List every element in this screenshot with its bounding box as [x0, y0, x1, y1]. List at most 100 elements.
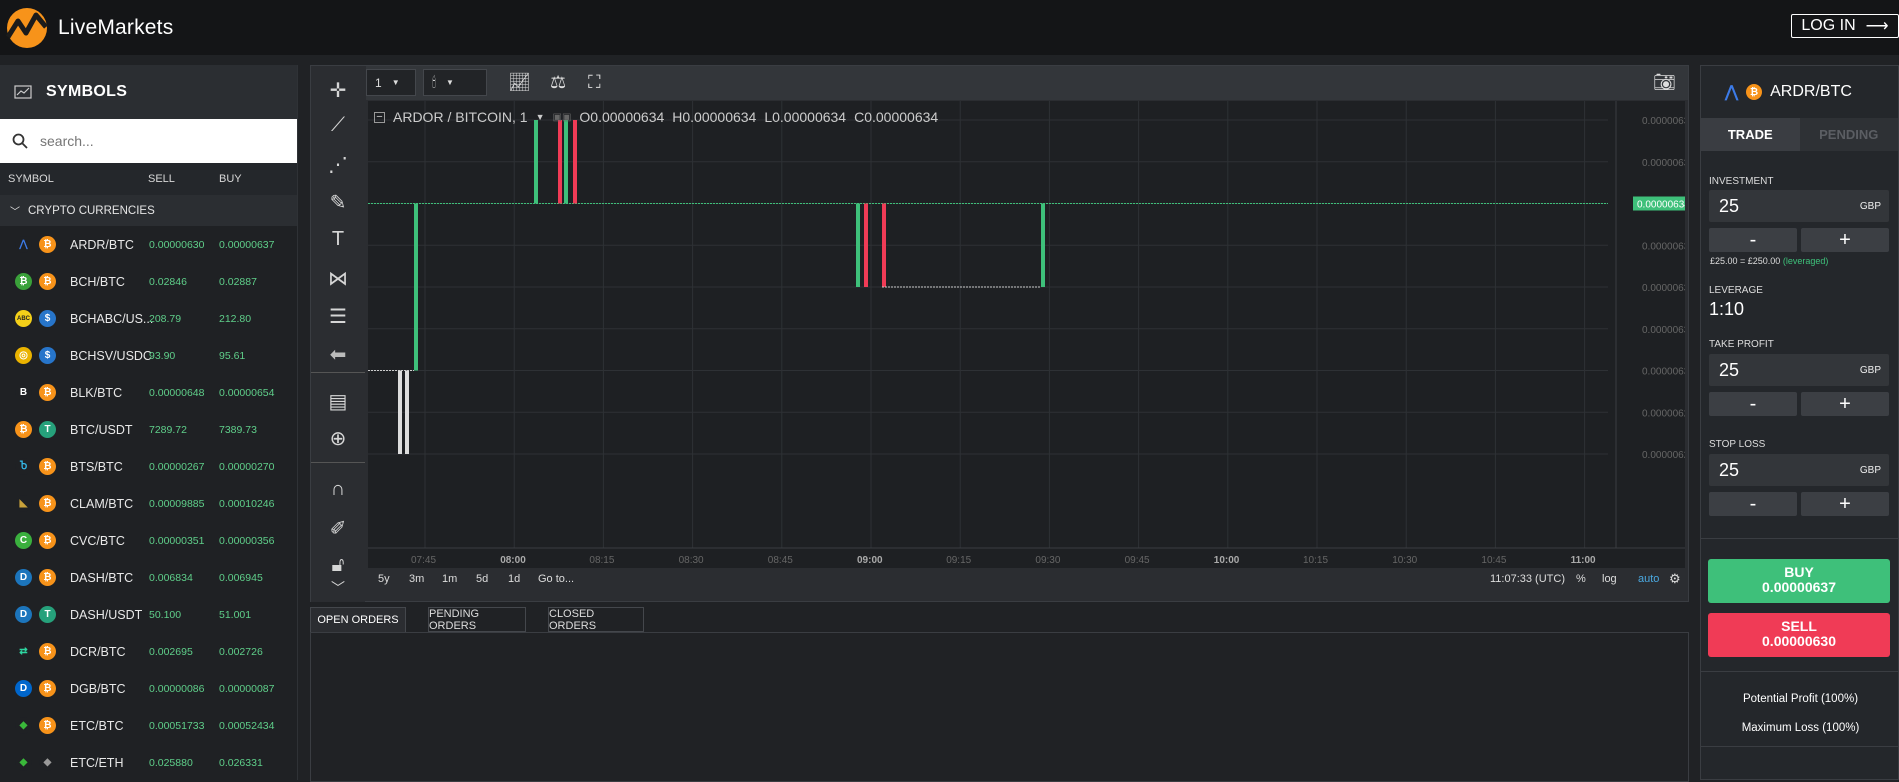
investment-field[interactable]: 25 GBP — [1709, 190, 1889, 222]
range-5d[interactable]: 5d — [476, 573, 488, 585]
indicators-icon[interactable]: 📈︎ — [508, 72, 531, 93]
tab-pending-orders[interactable]: PENDING ORDERS — [428, 607, 526, 632]
orders-table — [310, 632, 1689, 782]
camera-icon[interactable]: 📷︎ — [1653, 72, 1676, 93]
chart-canvas[interactable]: 0.00000636 0.00000635 0.00000634 0.00000633… — [368, 101, 1695, 568]
investment-minus-button[interactable]: - — [1709, 228, 1797, 252]
log-toggle[interactable]: log — [1602, 573, 1617, 585]
investment-value: 25 — [1719, 195, 1740, 216]
symbol-row[interactable]: D ₿ DASH/BTC 0.006834 0.006945 — [0, 559, 297, 596]
symbol-row[interactable]: ⇄ ₿ DCR/BTC 0.002695 0.002726 — [0, 633, 297, 670]
range-1d[interactable]: 1d — [508, 573, 520, 585]
investment-plus-button[interactable]: + — [1801, 228, 1889, 252]
arrow-left-icon[interactable]: ⬅ — [325, 342, 351, 368]
chart-type-select[interactable]: 🕯︎ ▼ — [423, 69, 487, 96]
goto-button[interactable]: Go to... — [538, 573, 574, 585]
brand-logo[interactable]: LiveMarkets — [4, 7, 173, 49]
symbol-row[interactable]: ⋀ ₿ ARDR/BTC 0.00000630 0.00000637 — [0, 226, 297, 263]
symbols-header: SYMBOLS — [0, 65, 297, 119]
compare-icon[interactable]: ⚖ — [550, 72, 566, 93]
symbol-row[interactable]: ◎ $ BCHSV/USDC 93.90 95.61 — [0, 337, 297, 374]
tab-open-orders[interactable]: OPEN ORDERS — [310, 607, 406, 632]
magnet-icon[interactable]: ∩ — [325, 478, 351, 504]
symbol-row[interactable]: B ₿ BLK/BTC 0.00000648 0.00000654 — [0, 374, 297, 411]
symbol-name: DGB/BTC — [70, 681, 126, 696]
symbol-row[interactable]: ◣ ₿ CLAM/BTC 0.00009885 0.00010246 — [0, 485, 297, 522]
symbol-row[interactable]: ₿ ₿ BCH/BTC 0.02846 0.02887 — [0, 263, 297, 300]
caret-down-icon[interactable]: ▼ — [536, 112, 545, 122]
price-label: 0.00000629 — [1642, 408, 1685, 419]
tab-closed-orders[interactable]: CLOSED ORDERS — [548, 607, 644, 632]
zoom-in-icon[interactable]: ⊕ — [325, 426, 351, 452]
bitcoin-icon: ₿ — [39, 717, 56, 734]
symbol-buy: 0.00000356 — [219, 534, 275, 547]
buy-button[interactable]: BUY 0.00000637 — [1708, 559, 1890, 603]
tab-trade[interactable]: TRADE — [1701, 118, 1800, 151]
settings-gear-icon[interactable]: ⚙ — [1669, 571, 1681, 587]
fullscreen-icon[interactable]: ⛶ — [588, 72, 601, 93]
take-profit-plus-button[interactable]: + — [1801, 392, 1889, 416]
symbol-row[interactable]: Ⴆ ₿ BTS/BTC 0.00000267 0.00000270 — [0, 448, 297, 485]
leverage-note-value: £25.00 = £250.00 — [1710, 256, 1781, 266]
symbol-buy: 95.61 — [219, 349, 246, 362]
text-tool-icon[interactable]: T — [325, 228, 351, 254]
category-crypto[interactable]: ﹀ CRYPTO CURRENCIES — [0, 195, 297, 226]
take-profit-label: TAKE PROFIT — [1709, 339, 1774, 350]
symbol-buy: 212.80 — [219, 312, 252, 325]
measure-icon[interactable]: ▤ — [325, 389, 351, 415]
legend-settings-icon[interactable]: ▣▣ — [553, 112, 572, 123]
interval-select[interactable]: 1 ▼ — [366, 69, 416, 96]
percent-toggle[interactable]: % — [1576, 573, 1586, 585]
search-input[interactable] — [40, 133, 280, 149]
ohlc-low: L0.00000634 — [764, 109, 847, 125]
search-box[interactable] — [0, 119, 297, 163]
price-chart[interactable]: 0.00000636 0.00000635 0.00000634 0.00000633… — [368, 101, 1695, 568]
range-1m[interactable]: 1m — [442, 573, 457, 585]
chart-title[interactable]: ARDOR / BITCOIN, 1 — [393, 109, 528, 125]
take-profit-field[interactable]: 25 GBP — [1709, 354, 1889, 386]
search-icon — [12, 133, 28, 149]
collapse-icon[interactable]: − — [374, 111, 385, 123]
column-sell[interactable]: SELL — [148, 173, 175, 185]
price-label: 0.00000632 — [1642, 283, 1685, 294]
symbol-sell: 0.025880 — [149, 756, 193, 769]
sell-button[interactable]: SELL 0.00000630 — [1708, 613, 1890, 657]
login-label: LOG IN — [1801, 17, 1856, 34]
range-5y[interactable]: 5y — [378, 573, 390, 585]
tab-pending[interactable]: PENDING — [1799, 118, 1898, 151]
symbol-row[interactable]: ABC $ BCHABC/US... 208.79 212.80 — [0, 300, 297, 337]
symbol-sell: 93.90 — [149, 349, 176, 362]
investment-label: INVESTMENT — [1709, 176, 1774, 187]
candle — [558, 120, 562, 204]
crosshair-icon[interactable]: ✛ — [325, 78, 351, 104]
symbol-row[interactable]: ◆ ₿ ETC/BTC 0.00051733 0.00052434 — [0, 707, 297, 744]
chevron-down-icon[interactable]: ﹀ — [325, 578, 351, 604]
bitcoin-icon: ₿ — [39, 273, 56, 290]
symbol-row[interactable]: ◆ ◆ ETC/ETH 0.025880 0.026331 — [0, 744, 297, 781]
range-3m[interactable]: 3m — [409, 573, 424, 585]
fib-icon[interactable]: ☰ — [325, 304, 351, 330]
symbol-row[interactable]: D ₿ DGB/BTC 0.00000086 0.00000087 — [0, 670, 297, 707]
symbol-row[interactable]: ₿ T BTC/USDT 7289.72 7389.73 — [0, 411, 297, 448]
pattern-icon[interactable]: ⋈ — [325, 266, 351, 292]
stop-loss-minus-button[interactable]: - — [1709, 492, 1797, 516]
column-symbol[interactable]: SYMBOL — [8, 173, 54, 185]
stop-loss-field[interactable]: 25 GBP — [1709, 454, 1889, 486]
trendline-icon[interactable]: ⟋ — [325, 114, 351, 140]
pitchfork-icon[interactable]: ⋰ — [325, 152, 351, 178]
column-buy[interactable]: BUY — [219, 173, 242, 185]
symbol-row[interactable]: D T DASH/USDT 50.100 51.001 — [0, 596, 297, 633]
login-button[interactable]: LOG IN ⟶ — [1791, 14, 1899, 38]
symbol-row[interactable]: C ₿ CVC/BTC 0.00000351 0.00000356 — [0, 522, 297, 559]
take-profit-minus-button[interactable]: - — [1709, 392, 1797, 416]
auto-toggle[interactable]: auto — [1638, 573, 1659, 585]
utc-clock[interactable]: 11:07:33 (UTC) — [1490, 573, 1565, 585]
lock-drawing-icon[interactable]: ✐ — [325, 516, 351, 542]
brush-icon[interactable]: ✎ — [325, 190, 351, 216]
symbol-sell: 208.79 — [149, 312, 182, 325]
stop-loss-plus-button[interactable]: + — [1801, 492, 1889, 516]
symbol-buy: 7389.73 — [219, 423, 257, 436]
orders-panel: OPEN ORDERS PENDING ORDERS CLOSED ORDERS — [310, 607, 1689, 782]
civic-icon: C — [15, 532, 32, 549]
unlock-icon[interactable]: 🔓︎ — [325, 554, 351, 580]
